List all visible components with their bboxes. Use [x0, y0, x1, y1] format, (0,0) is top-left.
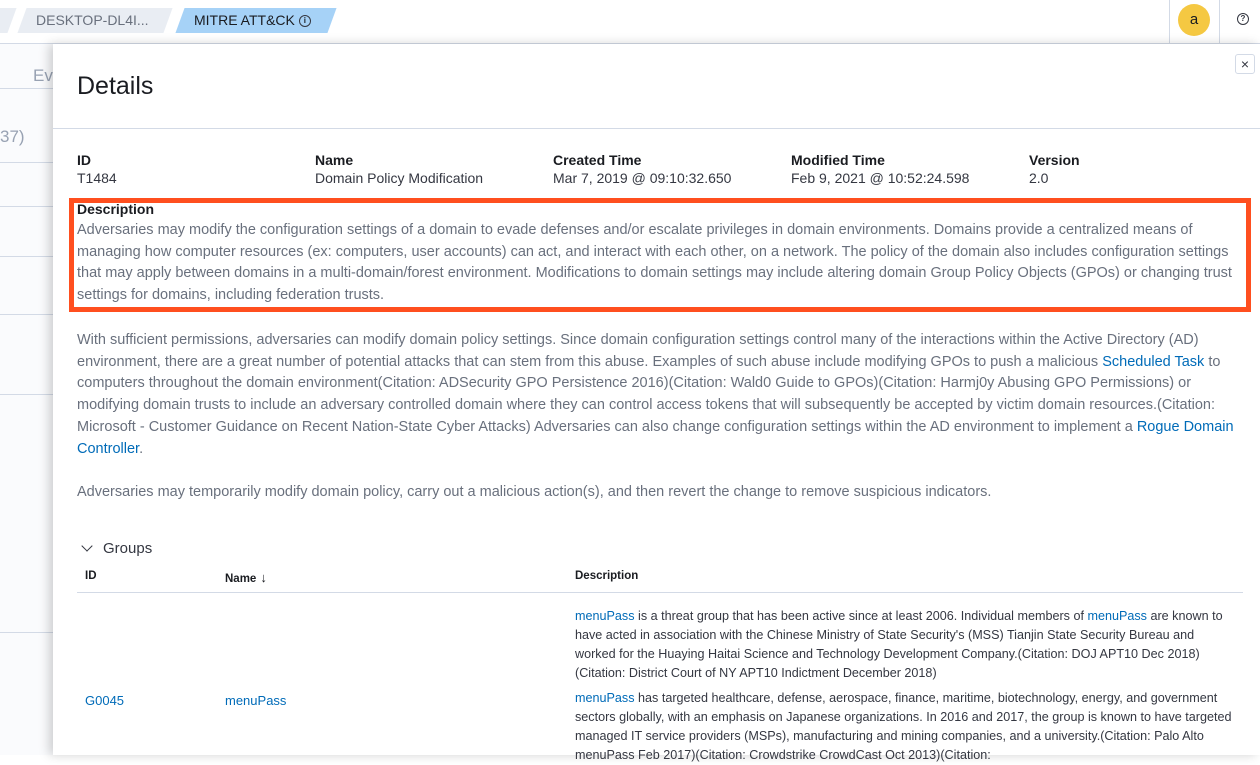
- divider: [0, 256, 60, 257]
- column-header-name[interactable]: Name ↓: [225, 570, 267, 585]
- field-label: Name: [315, 152, 354, 168]
- field-created-time: Created Time Mar 7, 2019 @ 09:10:32.650: [553, 152, 731, 187]
- sort-arrow-down-icon: ↓: [260, 570, 267, 585]
- group-name-link[interactable]: menuPass: [225, 693, 286, 708]
- paragraph-text: .: [139, 440, 144, 457]
- background-count-fragment: 37): [0, 127, 25, 146]
- field-value: Domain Policy Modification: [315, 170, 484, 186]
- field-label: Created Time: [553, 152, 642, 168]
- field-version: Version 2.0: [1029, 152, 1080, 187]
- header-divider: [1169, 0, 1170, 44]
- field-modified-time: Modified Time Feb 9, 2021 @ 10:52:24.598: [791, 152, 969, 187]
- details-flyout: × Details ID T1484 Name Domain Policy Mo…: [53, 44, 1260, 762]
- breadcrumb-host-label: DESKTOP-DL4I...: [36, 12, 149, 28]
- field-value: Mar 7, 2019 @ 09:10:32.650: [553, 170, 732, 186]
- group-id-link[interactable]: G0045: [85, 693, 124, 708]
- avatar[interactable]: a: [1178, 4, 1210, 36]
- scheduled-task-link[interactable]: Scheduled Task: [1102, 354, 1204, 370]
- divider: [0, 162, 60, 163]
- divider: [0, 632, 60, 633]
- field-label: ID: [77, 152, 91, 168]
- description-label: Description: [77, 201, 155, 217]
- field-value: 2.0: [1029, 170, 1049, 186]
- groups-title: Groups: [103, 540, 153, 557]
- field-value: T1484: [77, 170, 117, 186]
- menupass-link[interactable]: menuPass: [575, 691, 635, 705]
- menupass-link[interactable]: menuPass: [575, 609, 635, 623]
- field-id: ID T1484: [77, 152, 117, 187]
- group-desc-text: has targeted healthcare, defense, aerosp…: [575, 691, 1232, 762]
- field-name: Name Domain Policy Modification: [315, 152, 483, 187]
- info-icon: i: [298, 15, 311, 28]
- description-paragraph: With sufficient permissions, adversaries…: [77, 330, 1245, 460]
- breadcrumb-collapsed[interactable]: [0, 8, 17, 33]
- group-desc-text: is a threat group that has been active s…: [634, 609, 1088, 623]
- breadcrumb-mitre-label: MITRE ATT&CK: [194, 12, 295, 28]
- paragraph-text: With sufficient permissions, adversaries…: [77, 332, 1199, 370]
- divider: [0, 206, 60, 207]
- background-page: Ev 37): [0, 44, 60, 755]
- column-header-label: Name: [225, 573, 257, 585]
- divider: [0, 314, 60, 315]
- close-icon[interactable]: ×: [1235, 54, 1255, 74]
- help-icon[interactable]: ?: [1237, 13, 1249, 25]
- background-tab-fragment: Ev: [33, 66, 53, 85]
- header-divider: [1219, 0, 1220, 44]
- field-value: Feb 9, 2021 @ 10:52:24.598: [791, 170, 970, 186]
- table-row: G0045 menuPass menuPass is a threat grou…: [77, 593, 1243, 763]
- breadcrumb-host[interactable]: DESKTOP-DL4I...: [17, 8, 173, 33]
- description-paragraph: Adversaries may temporarily modify domai…: [77, 484, 992, 500]
- menupass-link[interactable]: menuPass: [1087, 609, 1147, 623]
- divider: [0, 394, 60, 395]
- field-label: Modified Time: [791, 152, 885, 168]
- column-header-description[interactable]: Description: [575, 570, 638, 582]
- group-description: menuPass is a threat group that has been…: [575, 607, 1235, 765]
- column-header-id[interactable]: ID: [85, 570, 97, 582]
- field-label: Version: [1029, 152, 1080, 168]
- top-header: DESKTOP-DL4I... MITRE ATT&CK i a ?: [0, 0, 1260, 44]
- chevron-down-icon: [81, 540, 93, 552]
- page-title: Details: [77, 72, 154, 100]
- divider: [0, 88, 60, 89]
- divider: [53, 128, 1260, 129]
- description-text: Adversaries may modify the configuration…: [77, 222, 1232, 304]
- groups-accordion-toggle[interactable]: Groups: [81, 540, 153, 557]
- breadcrumb-mitre[interactable]: MITRE ATT&CK i: [175, 8, 337, 33]
